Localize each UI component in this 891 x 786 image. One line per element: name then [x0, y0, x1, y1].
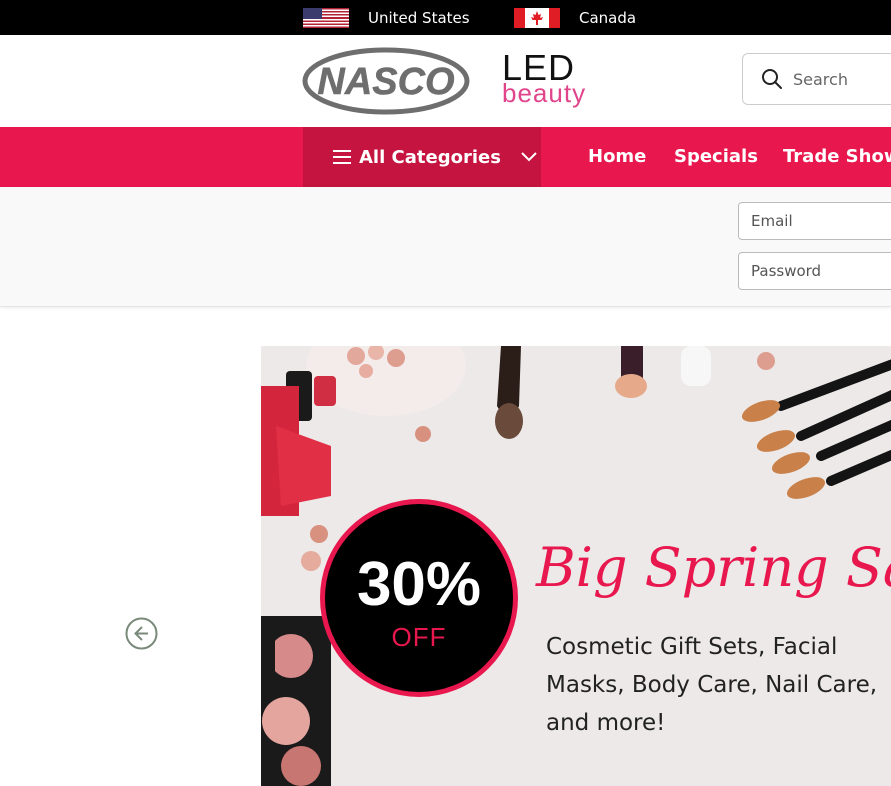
search-input[interactable]: [791, 68, 891, 90]
discount-percent: 30%: [356, 550, 482, 619]
sale-title: Big Spring Sale: [536, 536, 891, 599]
country-bar: United States Canada: [0, 0, 891, 35]
country-label: Canada: [579, 8, 637, 27]
beauty-logo-text: beauty: [502, 78, 587, 108]
nav-link-home[interactable]: Home: [588, 127, 646, 187]
discount-badge: 30% OFF: [320, 499, 518, 697]
password-field[interactable]: [738, 252, 891, 290]
nasco-logo[interactable]: NASCO: [302, 47, 470, 115]
country-label: United States: [368, 8, 470, 27]
search-icon[interactable]: [761, 68, 783, 90]
us-flag-icon: [303, 7, 349, 28]
nav-link-trade-show[interactable]: Trade Show: [783, 127, 891, 187]
search-box: [742, 53, 891, 105]
main-navbar: All Categories Home Specials Trade Show: [0, 127, 891, 187]
discount-off-label: OFF: [391, 622, 447, 652]
country-link-united-states[interactable]: United States: [303, 0, 470, 35]
canada-flag-icon: [514, 7, 560, 28]
nasco-logo-text: NASCO: [317, 61, 454, 103]
all-categories-label: All Categories: [359, 146, 501, 168]
country-link-canada[interactable]: Canada: [514, 0, 636, 35]
carousel-prev-arrow-icon[interactable]: [125, 617, 158, 650]
login-strip: [0, 187, 891, 307]
site-header: NASCO LED beauty: [0, 35, 891, 127]
email-field[interactable]: [738, 202, 891, 240]
hamburger-icon: [333, 149, 351, 165]
nav-link-specials[interactable]: Specials: [674, 127, 758, 187]
promo-banner[interactable]: 30% OFF Big Spring Sale Cosmetic Gift Se…: [261, 346, 891, 786]
sale-description: Cosmetic Gift Sets, Facial Masks, Body C…: [546, 634, 878, 736]
chevron-down-icon: [521, 152, 537, 162]
all-categories-button[interactable]: All Categories: [303, 127, 541, 187]
led-beauty-logo[interactable]: LED beauty: [500, 49, 605, 111]
